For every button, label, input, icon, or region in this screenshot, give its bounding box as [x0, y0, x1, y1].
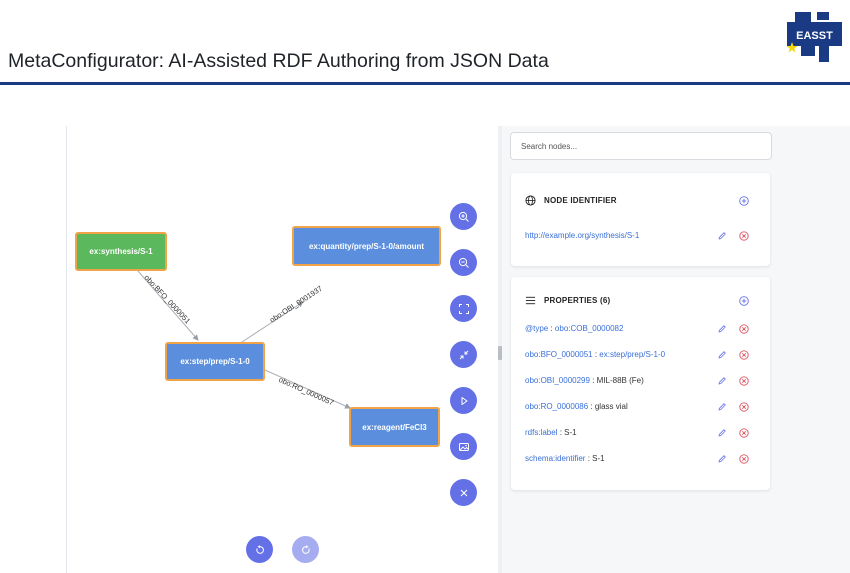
pencil-icon[interactable] — [717, 376, 727, 386]
logo-text: EASST — [796, 30, 833, 42]
property-row: obo:RO_0000086 : glass vial — [525, 402, 628, 411]
redo-icon — [301, 544, 310, 554]
property-value[interactable]: obo:COB_0000082 — [555, 324, 624, 333]
node-identifier-title: NODE IDENTIFIER — [544, 196, 617, 205]
add-identifier-icon[interactable] — [739, 196, 749, 206]
collapse-icon — [459, 350, 468, 359]
image-icon — [458, 442, 469, 451]
pencil-icon[interactable] — [717, 231, 727, 241]
easst-logo: EASST — [787, 12, 842, 62]
zoom-out-button[interactable] — [450, 249, 477, 276]
node-identifier-card: NODE IDENTIFIER http://example.org/synth… — [511, 173, 770, 266]
export-image-button[interactable] — [450, 433, 477, 460]
list-icon — [525, 296, 536, 305]
close-icon — [460, 489, 467, 496]
zoom-in-icon — [458, 211, 469, 222]
redo-button[interactable] — [292, 536, 319, 563]
property-key[interactable]: obo:OBI_0000299 — [525, 376, 590, 385]
delete-icon[interactable] — [739, 324, 749, 334]
property-row: @type : obo:COB_0000082 — [525, 324, 623, 333]
identifier-row: http://example.org/synthesis/S-1 — [525, 231, 639, 240]
delete-icon[interactable] — [739, 428, 749, 438]
zoom-in-button[interactable] — [450, 203, 477, 230]
property-value: glass vial — [594, 402, 628, 411]
identifier-value[interactable]: http://example.org/synthesis/S-1 — [525, 231, 639, 240]
graph-node[interactable]: ex:step/prep/S-1-0 — [165, 342, 265, 381]
graph-node[interactable]: ex:synthesis/S-1 — [75, 232, 167, 271]
title-rule — [0, 82, 850, 85]
node-identifier-header: NODE IDENTIFIER — [525, 195, 617, 206]
delete-icon[interactable] — [739, 350, 749, 360]
zoom-out-icon — [458, 257, 469, 268]
delete-icon[interactable] — [739, 231, 749, 241]
search-nodes-input[interactable] — [510, 132, 772, 160]
globe-icon — [525, 195, 536, 206]
pencil-icon[interactable] — [717, 428, 727, 438]
delete-icon[interactable] — [739, 376, 749, 386]
property-key[interactable]: rdfs:label — [525, 428, 557, 437]
close-button[interactable] — [450, 479, 477, 506]
undo-icon — [255, 544, 264, 554]
property-separator: : — [589, 376, 597, 385]
play-button[interactable] — [450, 387, 477, 414]
property-row: rdfs:label : S-1 — [525, 428, 577, 437]
delete-icon[interactable] — [739, 454, 749, 464]
play-icon — [461, 396, 467, 405]
property-row: schema:identifier : S-1 — [525, 454, 605, 463]
properties-title: PROPERTIES (6) — [544, 296, 611, 305]
property-key[interactable]: obo:BFO_0000051 — [525, 350, 593, 359]
property-value: S-1 — [592, 454, 605, 463]
slide-title: MetaConfigurator: AI-Assisted RDF Author… — [8, 50, 549, 72]
collapse-button[interactable] — [450, 341, 477, 368]
property-key[interactable]: obo:RO_0000086 — [525, 402, 588, 411]
graph-node[interactable]: ex:quantity/prep/S-1-0/amount — [292, 226, 441, 266]
property-key[interactable]: @type — [525, 324, 548, 333]
pencil-icon[interactable] — [717, 350, 727, 360]
undo-button[interactable] — [246, 536, 273, 563]
fit-view-button[interactable] — [450, 295, 477, 322]
property-value: MIL-88B (Fe) — [596, 376, 644, 385]
property-value: S-1 — [564, 428, 577, 437]
property-separator: : — [548, 324, 555, 333]
property-value[interactable]: ex:step/prep/S-1-0 — [599, 350, 665, 359]
pencil-icon[interactable] — [717, 324, 727, 334]
properties-header: PROPERTIES (6) — [525, 295, 610, 306]
delete-icon[interactable] — [739, 402, 749, 412]
add-property-icon[interactable] — [739, 296, 749, 306]
graph-node[interactable]: ex:reagent/FeCl3 — [349, 407, 440, 447]
property-row: obo:BFO_0000051 : ex:step/prep/S-1-0 — [525, 350, 665, 359]
property-key[interactable]: schema:identifier — [525, 454, 585, 463]
slide: MetaConfigurator: AI-Assisted RDF Author… — [0, 0, 850, 573]
pencil-icon[interactable] — [717, 454, 727, 464]
property-row: obo:OBI_0000299 : MIL-88B (Fe) — [525, 376, 644, 385]
pencil-icon[interactable] — [717, 402, 727, 412]
property-separator: : — [588, 402, 595, 411]
graph-canvas[interactable] — [67, 126, 498, 573]
expand-icon — [458, 303, 469, 314]
properties-card: PROPERTIES (6) @type : obo:COB_0000082 ob… — [511, 277, 770, 490]
